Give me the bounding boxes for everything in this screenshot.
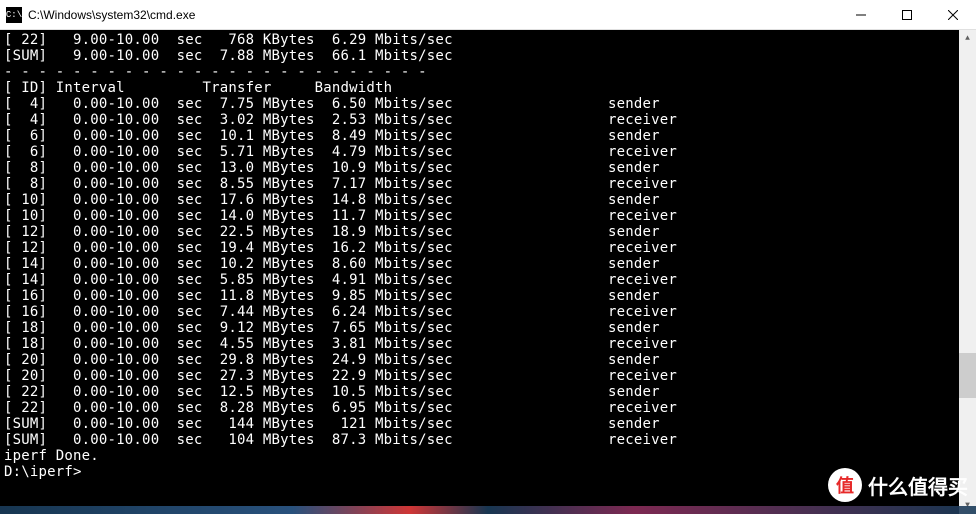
console-line: [ 6] 0.00-10.00 sec 5.71 MBytes 4.79 Mbi… [4,144,972,160]
console-line: [ 10] 0.00-10.00 sec 14.0 MBytes 11.7 Mb… [4,208,972,224]
vertical-scrollbar[interactable]: ▲ ▼ [959,30,976,514]
console-line: iperf Done. [4,448,972,464]
scroll-track[interactable] [959,47,976,497]
close-button[interactable] [930,0,976,29]
scroll-up-arrow[interactable]: ▲ [959,30,976,47]
console-line: [SUM] 0.00-10.00 sec 104 MBytes 87.3 Mbi… [4,432,972,448]
maximize-button[interactable] [884,0,930,29]
console-line: [ 4] 0.00-10.00 sec 3.02 MBytes 2.53 Mbi… [4,112,972,128]
console-line: [ 20] 0.00-10.00 sec 27.3 MBytes 22.9 Mb… [4,368,972,384]
console-line: [ 16] 0.00-10.00 sec 7.44 MBytes 6.24 Mb… [4,304,972,320]
console-line: [ 4] 0.00-10.00 sec 7.75 MBytes 6.50 Mbi… [4,96,972,112]
console-line: - - - - - - - - - - - - - - - - - - - - … [4,64,972,80]
console-line: [ 6] 0.00-10.00 sec 10.1 MBytes 8.49 Mbi… [4,128,972,144]
minimize-button[interactable] [838,0,884,29]
console-line: [SUM] 9.00-10.00 sec 7.88 MBytes 66.1 Mb… [4,48,972,64]
console-line: [ 14] 0.00-10.00 sec 5.85 MBytes 4.91 Mb… [4,272,972,288]
cmd-icon: C:\ [6,7,22,23]
console-line: [ 22] 9.00-10.00 sec 768 KBytes 6.29 Mbi… [4,32,972,48]
console-line: [ 14] 0.00-10.00 sec 10.2 MBytes 8.60 Mb… [4,256,972,272]
console-line: [ 18] 0.00-10.00 sec 9.12 MBytes 7.65 Mb… [4,320,972,336]
scroll-thumb[interactable] [959,353,976,398]
console-line: [ 8] 0.00-10.00 sec 8.55 MBytes 7.17 Mbi… [4,176,972,192]
console-line: [ 12] 0.00-10.00 sec 19.4 MBytes 16.2 Mb… [4,240,972,256]
console-line: [ 18] 0.00-10.00 sec 4.55 MBytes 3.81 Mb… [4,336,972,352]
window-controls [838,0,976,29]
console-line: D:\iperf> [4,464,972,480]
console-line: [ 20] 0.00-10.00 sec 29.8 MBytes 24.9 Mb… [4,352,972,368]
console-line: [ ID] Interval Transfer Bandwidth [4,80,972,96]
window-title-bar: C:\ C:\Windows\system32\cmd.exe [0,0,976,30]
console-line: [ 8] 0.00-10.00 sec 13.0 MBytes 10.9 Mbi… [4,160,972,176]
console-line: [ 22] 0.00-10.00 sec 8.28 MBytes 6.95 Mb… [4,400,972,416]
console-line: [SUM] 0.00-10.00 sec 144 MBytes 121 Mbit… [4,416,972,432]
window-title: C:\Windows\system32\cmd.exe [28,8,838,22]
taskbar-peek [0,506,976,514]
console-output[interactable]: [ 22] 9.00-10.00 sec 768 KBytes 6.29 Mbi… [0,30,976,514]
console-line: [ 22] 0.00-10.00 sec 12.5 MBytes 10.5 Mb… [4,384,972,400]
console-line: [ 10] 0.00-10.00 sec 17.6 MBytes 14.8 Mb… [4,192,972,208]
console-line: [ 12] 0.00-10.00 sec 22.5 MBytes 18.9 Mb… [4,224,972,240]
console-line: [ 16] 0.00-10.00 sec 11.8 MBytes 9.85 Mb… [4,288,972,304]
